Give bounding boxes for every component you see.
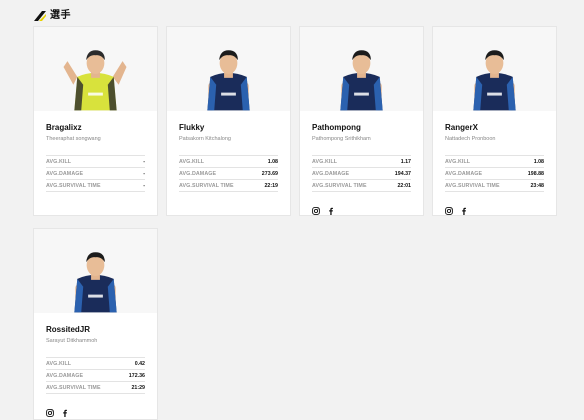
player-photo xyxy=(433,27,556,111)
player-nickname: Flukky xyxy=(179,123,205,132)
stat-row-damage: AVG.DAMAGE - xyxy=(46,168,145,180)
instagram-icon[interactable] xyxy=(46,404,54,417)
stat-row-kill: AVG.KILL 1.08 xyxy=(179,156,278,168)
stat-value-damage: 273.69 xyxy=(261,170,278,177)
player-stats: AVG.KILL - AVG.DAMAGE - AVG.SURVIVAL TIM… xyxy=(46,155,145,192)
stat-value-damage: - xyxy=(143,170,145,177)
stat-label-survival: AVG.SURVIVAL TIME xyxy=(179,182,234,189)
player-nickname: RossitedJR xyxy=(46,325,91,334)
stat-label-damage: AVG.DAMAGE xyxy=(46,372,84,379)
player-nickname: Bragalixz xyxy=(46,123,82,132)
instagram-icon[interactable] xyxy=(312,202,320,215)
player-stats: AVG.KILL 1.17 AVG.DAMAGE 194.37 AVG.SURV… xyxy=(312,155,411,192)
stat-row-survival: AVG.SURVIVAL TIME 22:19 xyxy=(179,180,278,192)
facebook-icon[interactable] xyxy=(327,202,335,215)
stat-value-kill: 1.08 xyxy=(267,158,278,165)
facebook-icon[interactable] xyxy=(61,404,69,417)
player-card[interactable]: RossitedJR Sarayut Ditkhammoh AVG.KILL 0… xyxy=(33,228,158,420)
player-info: Bragalixz Theeraphat songwang AVG.KILL -… xyxy=(34,111,157,192)
player-stats: AVG.KILL 1.08 AVG.DAMAGE 198.88 AVG.SURV… xyxy=(445,155,544,192)
stat-row-survival: AVG.SURVIVAL TIME 23:48 xyxy=(445,180,544,192)
player-stats: AVG.KILL 1.08 AVG.DAMAGE 273.69 AVG.SURV… xyxy=(179,155,278,192)
facebook-icon[interactable] xyxy=(460,202,468,215)
player-fullname: Pathompong Srithikham xyxy=(312,136,371,142)
player-card[interactable]: RangerX Nattadech Pronboon AVG.KILL 1.08… xyxy=(432,26,557,216)
stat-row-kill: AVG.KILL - xyxy=(46,156,145,168)
stat-value-survival: 21:29 xyxy=(131,384,145,391)
stat-value-damage: 198.88 xyxy=(527,170,544,177)
player-stats: AVG.KILL 0.42 AVG.DAMAGE 172.36 AVG.SURV… xyxy=(46,357,145,394)
section-header: 選手 xyxy=(34,6,71,21)
player-info: RossitedJR Sarayut Ditkhammoh AVG.KILL 0… xyxy=(34,313,157,417)
section-title: 選手 xyxy=(50,9,71,21)
stat-value-kill: 0.42 xyxy=(134,360,145,367)
player-photo xyxy=(167,27,290,111)
social-links xyxy=(445,202,544,215)
stat-value-kill: - xyxy=(143,158,145,165)
stat-label-survival: AVG.SURVIVAL TIME xyxy=(46,384,101,391)
player-info: Pathompong Pathompong Srithikham AVG.KIL… xyxy=(300,111,423,215)
stat-label-damage: AVG.DAMAGE xyxy=(179,170,217,177)
stat-row-survival: AVG.SURVIVAL TIME 21:29 xyxy=(46,382,145,394)
stat-value-kill: 1.17 xyxy=(400,158,411,165)
player-fullname: Theeraphat songwang xyxy=(46,136,101,142)
player-card[interactable]: Pathompong Pathompong Srithikham AVG.KIL… xyxy=(299,26,424,216)
instagram-icon[interactable] xyxy=(445,202,453,215)
logo-slash-icon xyxy=(34,8,46,21)
stat-label-survival: AVG.SURVIVAL TIME xyxy=(312,182,367,189)
stat-value-damage: 194.37 xyxy=(394,170,411,177)
player-card[interactable]: Bragalixz Theeraphat songwang AVG.KILL -… xyxy=(33,26,158,216)
player-info: Flukky Patsakorn Kitchalong AVG.KILL 1.0… xyxy=(167,111,290,192)
stat-value-survival: 22:19 xyxy=(264,182,278,189)
stat-row-damage: AVG.DAMAGE 194.37 xyxy=(312,168,411,180)
stat-value-survival: 22:01 xyxy=(397,182,411,189)
social-links xyxy=(312,202,411,215)
stat-label-kill: AVG.KILL xyxy=(179,158,205,165)
stat-label-kill: AVG.KILL xyxy=(46,158,72,165)
stat-label-damage: AVG.DAMAGE xyxy=(312,170,350,177)
stat-value-damage: 172.36 xyxy=(128,372,145,379)
stat-label-kill: AVG.KILL xyxy=(312,158,338,165)
player-fullname: Sarayut Ditkhammoh xyxy=(46,338,98,344)
social-links xyxy=(46,404,145,417)
stat-label-kill: AVG.KILL xyxy=(46,360,72,367)
stat-value-kill: 1.08 xyxy=(533,158,544,165)
player-photo xyxy=(34,27,157,111)
stat-label-survival: AVG.SURVIVAL TIME xyxy=(46,182,101,189)
player-photo xyxy=(300,27,423,111)
player-nickname: RangerX xyxy=(445,123,478,132)
stat-row-damage: AVG.DAMAGE 273.69 xyxy=(179,168,278,180)
stat-row-kill: AVG.KILL 1.17 xyxy=(312,156,411,168)
stat-label-kill: AVG.KILL xyxy=(445,158,471,165)
player-fullname: Patsakorn Kitchalong xyxy=(179,136,231,142)
stat-value-survival: - xyxy=(143,182,145,189)
player-photo xyxy=(34,229,157,313)
player-card[interactable]: Flukky Patsakorn Kitchalong AVG.KILL 1.0… xyxy=(166,26,291,216)
player-nickname: Pathompong xyxy=(312,123,361,132)
stat-label-damage: AVG.DAMAGE xyxy=(445,170,483,177)
stat-value-survival: 23:48 xyxy=(530,182,544,189)
stat-label-damage: AVG.DAMAGE xyxy=(46,170,84,177)
stat-row-damage: AVG.DAMAGE 198.88 xyxy=(445,168,544,180)
player-info: RangerX Nattadech Pronboon AVG.KILL 1.08… xyxy=(433,111,556,215)
stat-row-kill: AVG.KILL 0.42 xyxy=(46,358,145,370)
player-fullname: Nattadech Pronboon xyxy=(445,136,496,142)
stat-row-survival: AVG.SURVIVAL TIME 22:01 xyxy=(312,180,411,192)
stat-row-damage: AVG.DAMAGE 172.36 xyxy=(46,370,145,382)
stat-row-survival: AVG.SURVIVAL TIME - xyxy=(46,180,145,192)
stat-row-kill: AVG.KILL 1.08 xyxy=(445,156,544,168)
stat-label-survival: AVG.SURVIVAL TIME xyxy=(445,182,500,189)
